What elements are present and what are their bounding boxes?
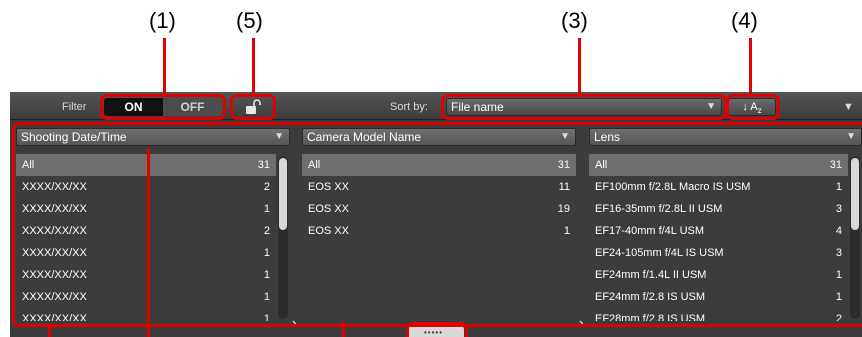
- annotation-box-handle: [406, 322, 468, 337]
- callout-1: (1): [149, 8, 176, 33]
- leader-line-2a: [48, 327, 51, 337]
- sort-by-label: Sort by:: [390, 101, 428, 113]
- annotation-box-5: [230, 94, 276, 120]
- leader-line-3: [578, 38, 581, 96]
- leader-line-2: [147, 148, 150, 337]
- callout-4: (4): [731, 8, 758, 33]
- annotation-box-3: [441, 94, 727, 120]
- leader-line-1: [163, 38, 166, 96]
- leader-line-4: [749, 38, 752, 96]
- annotation-box-columns: [12, 122, 862, 327]
- annotation-box-4: [726, 94, 780, 120]
- callout-5: (5): [236, 8, 263, 33]
- leader-line-5: [252, 38, 255, 96]
- callout-3: (3): [561, 8, 588, 33]
- leader-line-2b: [342, 322, 345, 337]
- annotation-box-1: [100, 94, 226, 120]
- filter-label: Filter: [62, 101, 87, 113]
- collapse-arrow-icon[interactable]: ▼: [843, 101, 854, 113]
